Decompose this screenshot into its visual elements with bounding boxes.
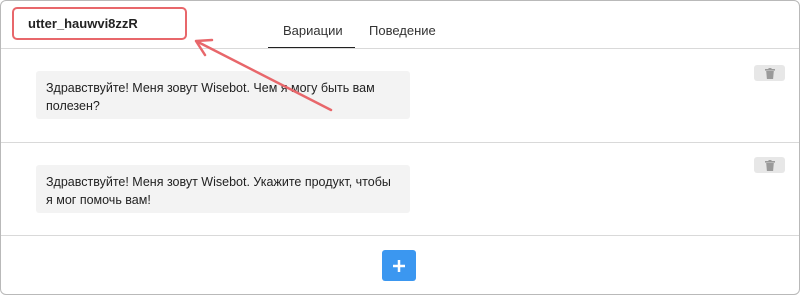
variation-divider [1, 235, 799, 236]
plus-icon [393, 259, 405, 272]
header-divider [1, 48, 799, 49]
editor-header: utter_hauwvi8zzR Вариации Поведение [1, 1, 799, 49]
add-variation-button[interactable] [382, 250, 416, 281]
utterance-editor: utter_hauwvi8zzR Вариации Поведение Здра… [0, 0, 800, 295]
tab-variations[interactable]: Вариации [283, 23, 343, 38]
variation-text-1[interactable]: Здравствуйте! Меня зовут Wisebot. Чем я … [36, 71, 410, 119]
variation-text-2[interactable]: Здравствуйте! Меня зовут Wisebot. Укажит… [36, 165, 410, 213]
tab-behavior[interactable]: Поведение [369, 23, 436, 38]
delete-variation-button-2[interactable] [754, 157, 785, 173]
trash-icon [764, 159, 775, 171]
delete-variation-button-1[interactable] [754, 65, 785, 81]
annotation-highlight-box [12, 7, 187, 40]
trash-icon [764, 67, 775, 79]
variation-divider [1, 142, 799, 143]
